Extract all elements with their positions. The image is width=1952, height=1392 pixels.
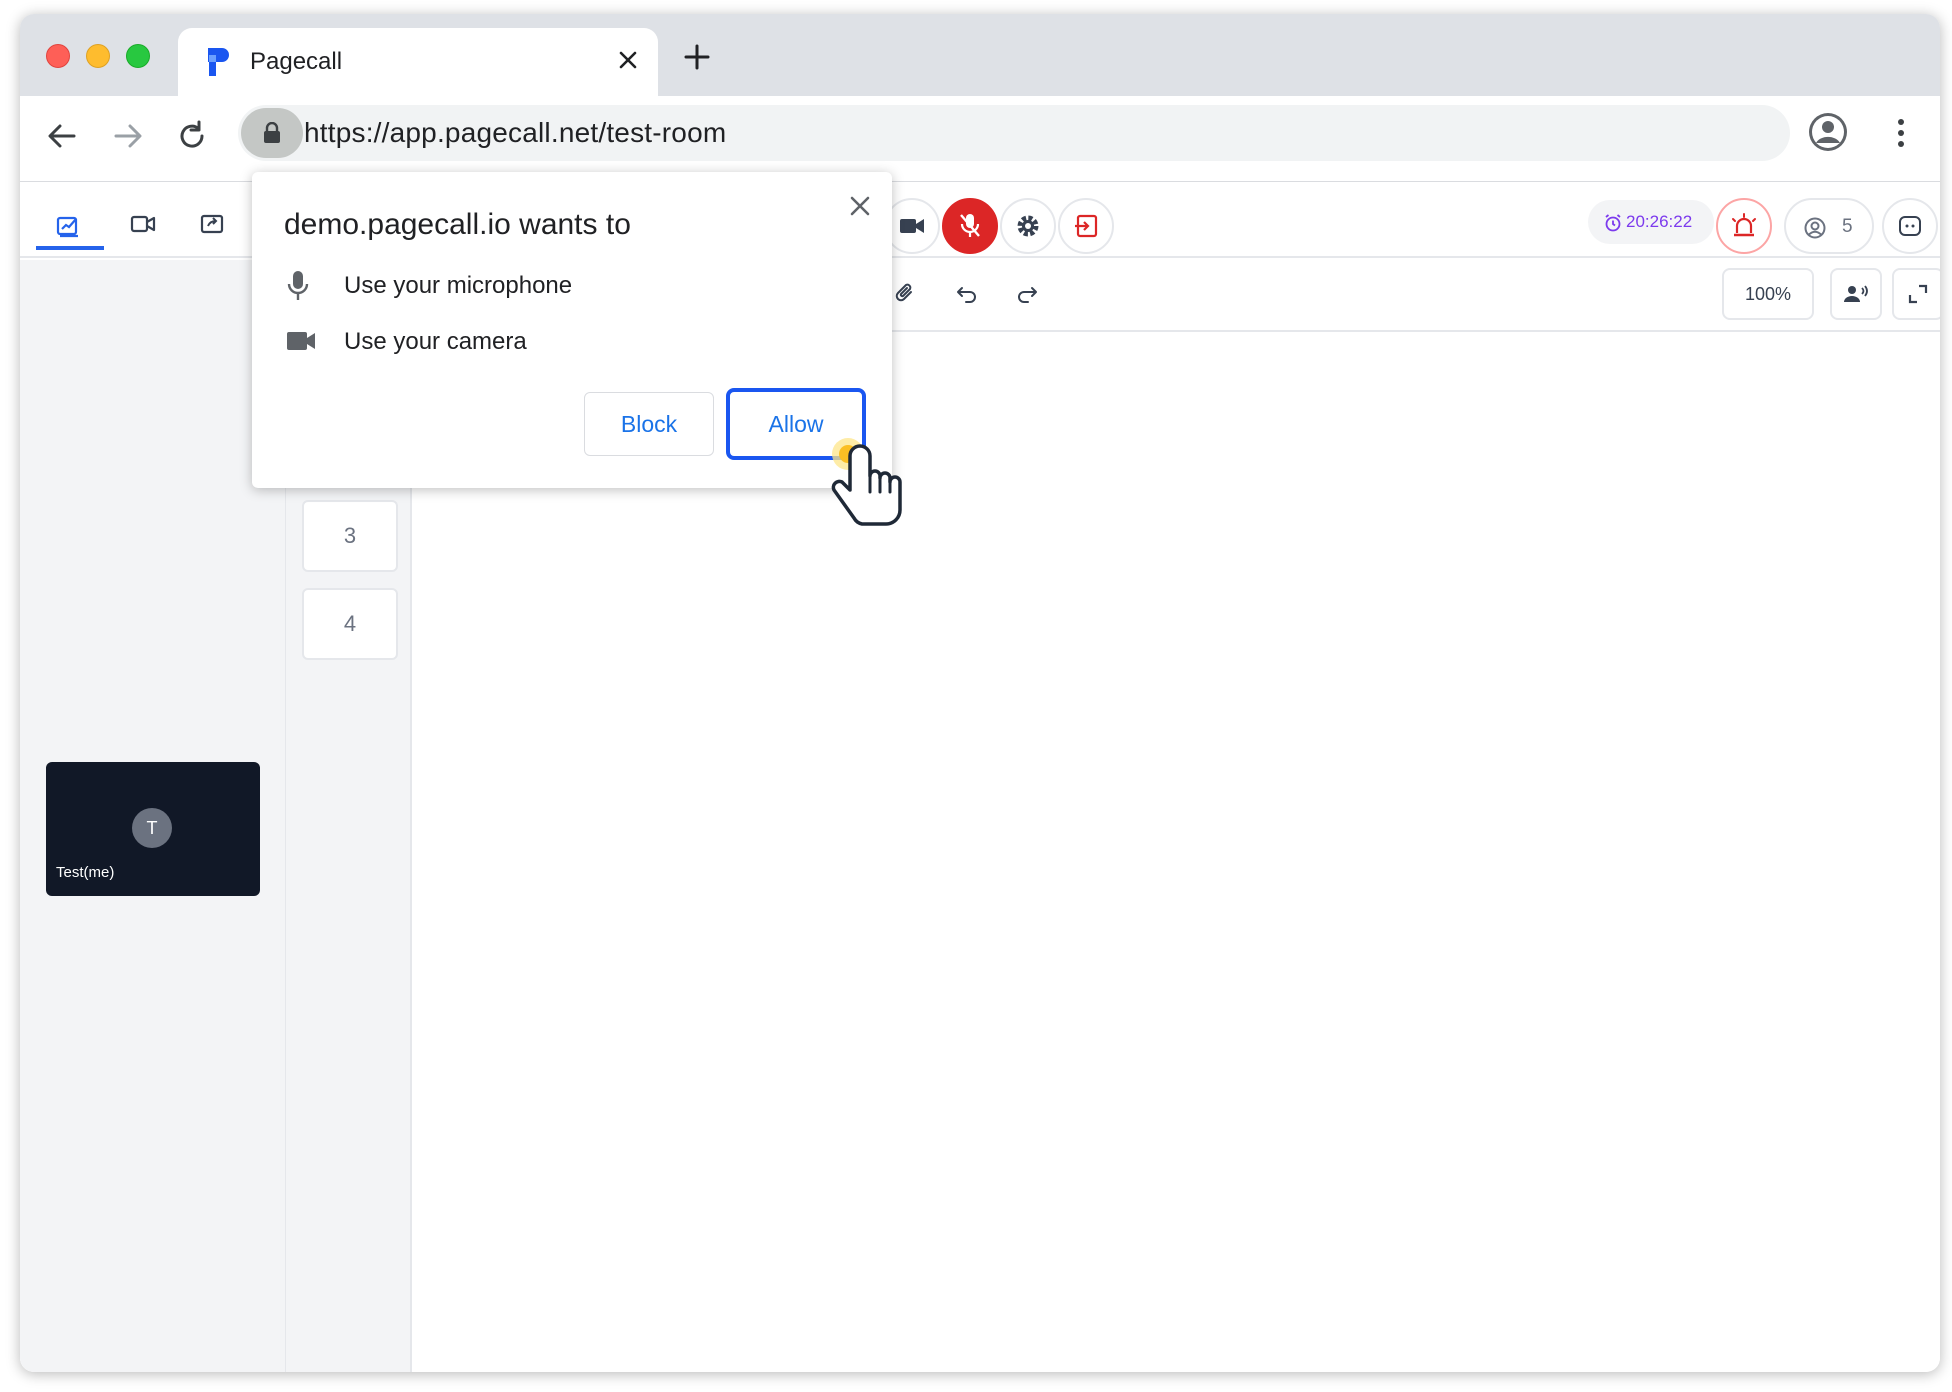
browser-window: Pagecall https://app.pagecall.net/test-r… [20, 14, 1940, 1372]
undo-icon[interactable] [956, 284, 978, 304]
zoom-level[interactable]: 100% [1722, 268, 1814, 320]
browser-menu-icon[interactable] [1896, 118, 1906, 148]
self-video-tile[interactable]: T Test(me) [46, 762, 260, 896]
user-circle-icon [1804, 217, 1826, 239]
page-thumbnail[interactable]: 4 [302, 588, 398, 660]
tab-screen-share[interactable] [194, 202, 234, 238]
microphone-muted-icon [960, 214, 980, 237]
participants-button[interactable]: 5 [1784, 198, 1874, 254]
reload-icon[interactable] [176, 120, 208, 152]
maximize-window-button[interactable] [126, 44, 150, 68]
session-timer: 20:26:22 [1588, 200, 1714, 244]
close-icon[interactable] [848, 194, 872, 218]
redo-icon[interactable] [1016, 284, 1038, 304]
camera-icon [286, 330, 316, 352]
pagecall-logo-icon [204, 46, 230, 78]
chat-icon [1899, 216, 1921, 236]
alarm-clock-icon [1605, 214, 1621, 232]
person-speaking-icon [1844, 285, 1868, 302]
siren-icon [1732, 213, 1756, 237]
permission-label: Use your camera [344, 328, 527, 355]
fullscreen-button[interactable] [1892, 268, 1940, 320]
omnibox[interactable]: https://app.pagecall.net/test-room [238, 105, 1790, 161]
new-tab-icon[interactable] [684, 44, 710, 70]
participants-sidebar: T Test(me) [20, 260, 286, 1372]
tab-title: Pagecall [250, 48, 343, 75]
tab-whiteboard[interactable] [36, 202, 104, 250]
screen-share-icon [200, 214, 224, 234]
close-tab-icon[interactable] [616, 48, 640, 72]
video-camera-icon [130, 215, 156, 233]
whiteboard-icon [56, 216, 78, 238]
tab-strip: Pagecall [20, 14, 1940, 96]
camera-toggle-button[interactable] [884, 198, 940, 254]
leave-room-button[interactable] [1058, 198, 1114, 254]
minimize-window-button[interactable] [86, 44, 110, 68]
emergency-alert-button[interactable] [1716, 198, 1772, 254]
video-camera-icon [900, 219, 924, 233]
permission-prompt: demo.pagecall.io wants to Use your micro… [252, 172, 892, 488]
timer-value: 20:26:22 [1626, 212, 1693, 231]
profile-avatar-icon[interactable] [1808, 112, 1848, 152]
hand-pointer-icon [828, 432, 918, 532]
expand-icon [1908, 284, 1928, 304]
browser-tab[interactable]: Pagecall [178, 28, 658, 96]
block-button[interactable]: Block [584, 392, 714, 456]
microphone-toggle-button[interactable] [942, 198, 998, 254]
back-arrow-icon[interactable] [46, 120, 78, 152]
exit-icon [1075, 214, 1098, 238]
tile-name: Test(me) [56, 864, 115, 881]
settings-button[interactable] [1000, 198, 1056, 254]
participant-count: 5 [1842, 216, 1853, 237]
chat-button[interactable] [1882, 198, 1938, 254]
tab-video[interactable] [124, 202, 164, 238]
permission-label: Use your microphone [344, 272, 573, 299]
forward-arrow-icon[interactable] [112, 120, 144, 152]
microphone-icon [286, 270, 310, 302]
address-bar-row: https://app.pagecall.net/test-room [20, 96, 1940, 182]
lock-icon [264, 122, 280, 143]
speaker-view-button[interactable] [1830, 268, 1882, 320]
avatar: T [132, 808, 172, 848]
site-info-button[interactable] [241, 108, 303, 158]
page-thumbnail[interactable]: 3 [302, 500, 398, 572]
close-window-button[interactable] [46, 44, 70, 68]
attach-icon[interactable] [894, 282, 916, 306]
prompt-title: demo.pagecall.io wants to [284, 208, 631, 241]
url-text[interactable]: https://app.pagecall.net/test-room [304, 117, 726, 149]
gear-icon [1017, 215, 1039, 237]
